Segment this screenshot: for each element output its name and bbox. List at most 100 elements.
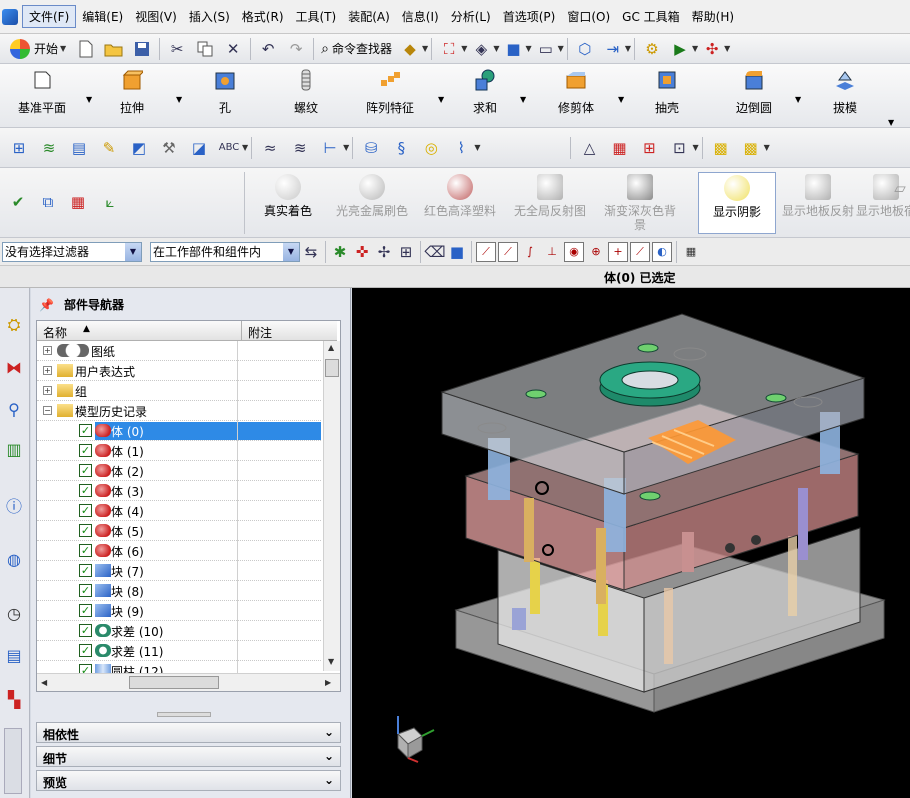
roles-tab-icon[interactable]: ▚ [2, 686, 26, 712]
visibility-checkbox[interactable]: ✓ [79, 424, 92, 437]
wcs-icon[interactable]: ⬡ [573, 37, 597, 61]
type-filter-select[interactable]: 没有选择过滤器 ▼ [2, 241, 142, 262]
visibility-checkbox[interactable]: ✓ [79, 624, 92, 637]
menu-gc-toolkit[interactable]: GC 工具箱 [616, 6, 686, 27]
reuse-library-tab-icon[interactable]: ▥ [2, 436, 26, 462]
chevron-down-icon[interactable]: ▼ [625, 44, 631, 53]
resource-bar-scroll[interactable] [4, 728, 22, 794]
snap-existing-point-icon[interactable]: + [608, 241, 628, 262]
visibility-checkbox[interactable]: ✓ [79, 604, 92, 617]
start-button[interactable]: 开始 ▼ [4, 37, 72, 61]
datum-plane-button[interactable]: 基准平面 [14, 68, 70, 124]
menu-assembly[interactable]: 装配(A) [342, 6, 396, 27]
extrude-button[interactable]: 拉伸 [112, 68, 152, 124]
chevron-down-icon[interactable]: ▼ [86, 95, 92, 104]
washer-icon[interactable]: ◎ [418, 135, 444, 161]
show-hide-icon[interactable]: ◩ [126, 135, 152, 161]
menu-file[interactable]: 文件(F) [22, 5, 77, 28]
tree-row[interactable]: + 组 [37, 381, 321, 401]
floor-icon[interactable]: ▱ [888, 176, 910, 200]
shading-option-1[interactable]: 光亮金属刷色 [330, 172, 414, 234]
panel-dependencies[interactable]: 相依性 ⌄ [36, 722, 341, 743]
menu-info[interactable]: 信息(I) [396, 6, 445, 27]
pane-splitter[interactable] [157, 712, 211, 717]
chevron-down-icon[interactable]: ▼ [242, 143, 248, 152]
chevron-down-icon[interactable]: ▼ [888, 118, 894, 127]
select-body-icon[interactable]: ✜ [353, 240, 371, 264]
visibility-checkbox[interactable]: ✓ [79, 584, 92, 597]
assembly-navigator-tab-icon[interactable]: ⚲ [2, 396, 26, 422]
expand-icon[interactable]: + [43, 346, 52, 355]
cube-view-icon[interactable]: ■ [502, 37, 526, 61]
move-icon[interactable]: ⇥ [601, 37, 625, 61]
menu-insert[interactable]: 插入(S) [183, 6, 236, 27]
triangle-icon[interactable]: △ [576, 135, 602, 161]
pin-icon[interactable]: 📌 [39, 298, 54, 312]
unite-button[interactable]: 求和 [470, 68, 500, 124]
shell-button[interactable]: 抽壳 [652, 68, 682, 124]
tree-row[interactable]: ✓ 体 (6) [37, 541, 321, 561]
shading-option-2[interactable]: 红色高泽塑料 [418, 172, 502, 234]
chevron-down-icon[interactable]: ▼ [764, 143, 770, 152]
scroll-down-icon[interactable]: ▼ [328, 657, 334, 666]
snap-point-on-curve-icon[interactable]: ⟋ [630, 241, 650, 262]
tree-row[interactable]: ✓ 块 (8) [37, 581, 321, 601]
tree-row[interactable]: ✓ 体 (2) [37, 461, 321, 481]
snap-view-icon[interactable]: ⊞ [6, 135, 32, 161]
snap-endpoint-icon[interactable]: ⟋ [476, 241, 496, 262]
text-style-icon[interactable]: ABC [216, 135, 242, 161]
panel-details[interactable]: 细节 ⌄ [36, 746, 341, 767]
menu-edit[interactable]: 编辑(E) [76, 6, 129, 27]
chevron-down-icon[interactable]: ▼ [422, 44, 428, 53]
spring-icon[interactable]: § [388, 135, 414, 161]
chevron-down-icon[interactable]: ▼ [724, 44, 730, 53]
layer-settings-icon[interactable]: ▤ [66, 135, 92, 161]
snap-curve-icon[interactable]: ∫ [520, 242, 540, 262]
scroll-right-icon[interactable]: ▶ [325, 678, 331, 687]
fit-icon[interactable]: ⛶ [437, 37, 461, 61]
selection-scope-select[interactable]: 在工作部件和组件内 ▼ [150, 241, 300, 262]
chevron-down-icon[interactable]: ▼ [438, 95, 444, 104]
shading-option-3[interactable]: 无全局反射图 [508, 172, 592, 234]
measure-icon[interactable]: ⚙ [640, 37, 664, 61]
cylinder-icon[interactable]: ⛁ [358, 135, 384, 161]
new-icon[interactable] [74, 37, 98, 61]
tree-row[interactable]: ✓ 体 (3) [37, 481, 321, 501]
grid-icon[interactable]: ▦ [681, 242, 701, 262]
menu-analysis[interactable]: 分析(L) [445, 6, 497, 27]
column-note-header[interactable]: 附注 [241, 321, 321, 341]
layers-icon[interactable]: ≋ [36, 135, 62, 161]
snap-point-on-face-icon[interactable]: ◐ [652, 241, 672, 262]
check-icon[interactable]: ✔ [6, 190, 30, 214]
chevron-down-icon[interactable]: ▼ [526, 44, 532, 53]
collapse-icon[interactable]: − [43, 406, 52, 415]
chevron-down-icon[interactable]: ▼ [493, 44, 499, 53]
menu-preferences[interactable]: 首选项(P) [497, 6, 562, 27]
mold-blocks-2-icon[interactable]: ▩ [738, 135, 764, 161]
delete-icon[interactable]: ✕ [221, 37, 245, 61]
panel-preview[interactable]: 预览 ⌄ [36, 770, 341, 791]
visibility-checkbox[interactable]: ✓ [79, 544, 92, 557]
cut-icon[interactable]: ✂ [165, 37, 189, 61]
select-feature-icon[interactable]: ✱ [331, 240, 349, 264]
visibility-checkbox[interactable]: ✓ [79, 504, 92, 517]
tree-row[interactable]: + 图纸 [37, 341, 321, 361]
menu-window[interactable]: 窗口(O) [561, 6, 616, 27]
chevron-down-icon[interactable]: ▼ [692, 44, 698, 53]
shading-option-4[interactable]: 渐变深灰色背景 [598, 172, 682, 234]
visibility-checkbox[interactable]: ✓ [79, 564, 92, 577]
snap-midpoint-icon[interactable]: ⟋ [498, 241, 518, 262]
chevron-down-icon[interactable]: ▼ [558, 44, 564, 53]
hammer-icon[interactable]: ⚒ [156, 135, 182, 161]
tree-row[interactable]: ✓ 体 (1) [37, 441, 321, 461]
tree-row[interactable]: ✓ 块 (7) [37, 561, 321, 581]
chevron-down-icon[interactable]: ▼ [520, 95, 526, 104]
copy-icon[interactable] [193, 37, 217, 61]
system-materials-tab-icon[interactable]: ▤ [2, 642, 26, 668]
eraser-icon[interactable]: ✎ [96, 135, 122, 161]
chevron-down-icon[interactable]: ▼ [343, 143, 349, 152]
wcs-axes-icon[interactable]: ⟀ [98, 190, 122, 214]
open-icon[interactable] [102, 37, 126, 61]
chevron-down-icon[interactable]: ▼ [692, 143, 698, 152]
horizontal-scrollbar[interactable]: ◀ ▶ [37, 673, 340, 691]
